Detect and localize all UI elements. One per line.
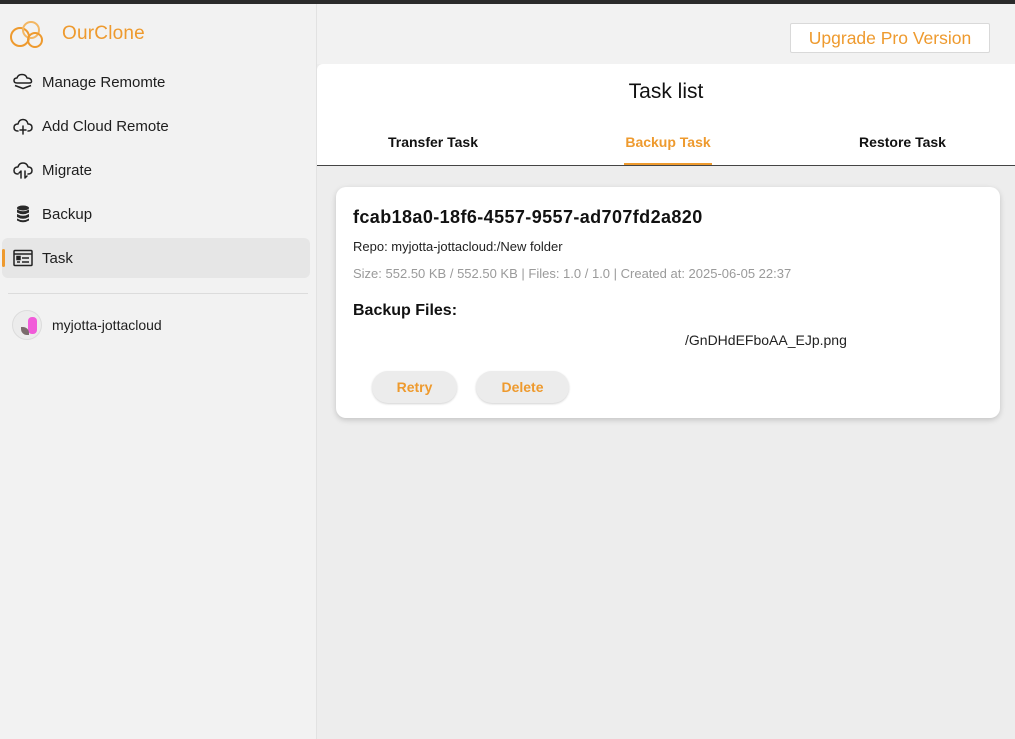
sidebar-divider <box>8 293 308 294</box>
sidebar-item-migrate[interactable]: Migrate <box>2 150 310 190</box>
brand: OurClone <box>8 18 145 50</box>
sidebar-item-add-cloud-remote[interactable]: Add Cloud Remote <box>2 106 310 146</box>
sidebar-item-label: Task <box>42 249 73 267</box>
tab-backup-task[interactable]: Backup Task <box>624 124 712 165</box>
jottacloud-avatar-icon <box>12 310 42 340</box>
sidebar-item-backup[interactable]: Backup <box>2 194 310 234</box>
remote-label: myjotta-jottacloud <box>52 317 162 333</box>
task-id: fcab18a0-18f6-4557-9557-ad707fd2a820 <box>353 207 703 227</box>
tab-restore-task[interactable]: Restore Task <box>856 124 949 165</box>
backup-task-card: fcab18a0-18f6-4557-9557-ad707fd2a820 Rep… <box>336 187 1000 418</box>
cloud-add-icon <box>12 115 34 137</box>
delete-button[interactable]: Delete <box>476 371 569 403</box>
sidebar-item-label: Backup <box>42 205 93 223</box>
sidebar: OurClone Manage Remomte Add Cloud Remote… <box>0 4 317 739</box>
task-repo: Repo: myjotta-jottacloud:/New folder <box>353 239 563 254</box>
upgrade-pro-button[interactable]: Upgrade Pro Version <box>790 23 990 53</box>
app-name: OurClone <box>62 23 145 44</box>
remote-item-myjotta[interactable]: myjotta-jottacloud <box>12 309 162 341</box>
ourclone-logo-icon <box>10 21 43 48</box>
sidebar-item-label: Manage Remomte <box>42 73 166 91</box>
sidebar-item-task[interactable]: Task <box>2 238 310 278</box>
backup-files-heading: Backup Files: <box>353 302 458 319</box>
cloud-sync-icon <box>12 159 34 181</box>
database-icon <box>12 203 34 225</box>
sidebar-item-label: Migrate <box>42 161 93 179</box>
page-title: Task list <box>628 80 704 103</box>
task-list-icon <box>12 247 34 269</box>
task-tabs: Transfer Task Backup Task Restore Task <box>317 124 1015 165</box>
retry-button[interactable]: Retry <box>372 371 457 403</box>
backup-file-item: /GnDHdEFboAA_EJp.png <box>685 332 847 348</box>
task-list-header: Task list Transfer Task Backup Task Rest… <box>317 64 1015 166</box>
cloud-stack-icon <box>12 71 34 93</box>
sidebar-nav: Manage Remomte Add Cloud Remote Migrate … <box>2 62 310 282</box>
task-meta: Size: 552.50 KB / 552.50 KB | Files: 1.0… <box>353 266 792 281</box>
sidebar-item-label: Add Cloud Remote <box>42 117 169 135</box>
app-window: OurClone Manage Remomte Add Cloud Remote… <box>0 4 1015 739</box>
sidebar-item-manage-remote[interactable]: Manage Remomte <box>2 62 310 102</box>
tab-transfer-task[interactable]: Transfer Task <box>387 124 479 165</box>
main-panel: Task list Transfer Task Backup Task Rest… <box>317 64 1015 739</box>
